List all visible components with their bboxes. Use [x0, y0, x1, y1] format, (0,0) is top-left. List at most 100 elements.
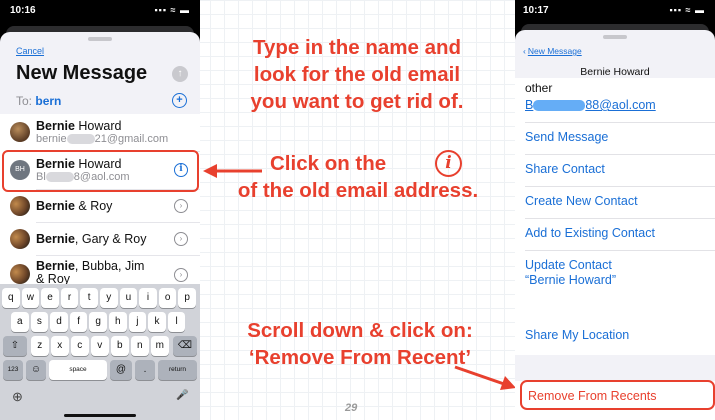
update-contact-label: Update Contact [525, 258, 612, 272]
divider [525, 250, 715, 251]
key-g[interactable]: g [89, 312, 107, 332]
at-key[interactable]: @ [110, 360, 132, 380]
divider [525, 218, 715, 219]
back-button[interactable]: ‹ New Message [523, 46, 582, 56]
chevron-left-icon: ‹ [523, 46, 526, 56]
right-phone-screenshot: 10:17 ▪▪▪ ≈ ▬ ‹ New Message Bernie Howard… [515, 0, 715, 420]
key-e[interactable]: e [41, 288, 59, 308]
key-l[interactable]: l [167, 312, 186, 332]
to-label: To: [16, 94, 33, 108]
chevron-right-icon[interactable]: › [174, 232, 188, 246]
send-message-button[interactable]: Send Message [525, 130, 608, 145]
chevron-right-icon[interactable]: › [174, 268, 188, 282]
sheet-grabber[interactable] [603, 35, 627, 39]
keyboard: qwertyuiop asdfghjkl ⇧ zxcvbnm ⌫ 123 ☺ s… [0, 284, 200, 420]
key-z[interactable]: z [31, 336, 49, 356]
update-contact-button[interactable]: Update Contact “Bernie Howard” [525, 258, 616, 288]
key-y[interactable]: y [100, 288, 118, 308]
key-k[interactable]: k [148, 312, 166, 332]
key-n[interactable]: n [131, 336, 149, 356]
divider [525, 154, 715, 155]
key-m[interactable]: m [151, 336, 169, 356]
instruction-step-2-line-1: Click on the [270, 152, 387, 175]
key-v[interactable]: v [91, 336, 109, 356]
update-contact-name: “Bernie Howard” [525, 273, 617, 287]
add-recipient-plus-icon[interactable]: + [172, 93, 187, 108]
share-contact-button[interactable]: Share Contact [525, 162, 605, 177]
numbers-key[interactable]: 123 [3, 360, 23, 380]
to-field[interactable]: To: bern [16, 94, 61, 108]
instruction-line: you want to get rid of. [250, 90, 464, 113]
email-label: other [525, 81, 553, 95]
signal-wifi-battery-icon: ▪▪▪ ≈ ▬ [669, 5, 705, 15]
instruction-line: Type in the name and [252, 36, 462, 59]
key-o[interactable]: o [158, 288, 177, 308]
dot-key[interactable]: . [135, 360, 155, 380]
key-w[interactable]: w [21, 288, 40, 308]
to-input-value[interactable]: bern [35, 94, 61, 108]
avatar [10, 196, 30, 216]
avatar [10, 122, 30, 142]
share-my-location-button[interactable]: Share My Location [525, 328, 629, 343]
page-number: 29 [345, 402, 358, 414]
emoji-key[interactable]: ☺ [26, 360, 46, 380]
left-phone-screenshot: 10:16 ▪▪▪ ≈ ▬ Cancel New Message ↑ To: b… [0, 0, 200, 420]
highlight-box [520, 380, 715, 410]
keyboard-row-3: ⇧ zxcvbnm ⌫ [0, 336, 200, 356]
status-time: 10:16 [10, 5, 36, 16]
avatar [10, 229, 30, 249]
contact-action-sheet: ‹ New Message Bernie Howard other B 88@aol… [515, 30, 715, 420]
key-u[interactable]: u [119, 288, 138, 308]
add-to-existing-contact-button[interactable]: Add to Existing Contact [525, 226, 655, 241]
key-c[interactable]: c [71, 336, 89, 356]
contact-name-title: Bernie Howard [580, 66, 650, 78]
key-x[interactable]: x [51, 336, 69, 356]
chevron-right-icon[interactable]: › [174, 199, 188, 213]
signal-wifi-battery-icon: ▪▪▪ ≈ ▬ [154, 5, 190, 15]
contact-name: Bernie Howard [36, 119, 122, 133]
space-key[interactable]: space [49, 360, 107, 380]
key-q[interactable]: q [2, 288, 20, 308]
contact-email-link[interactable]: B 88@aol.com [525, 98, 656, 112]
key-a[interactable]: a [11, 312, 29, 332]
key-p[interactable]: p [178, 288, 196, 308]
contact-name: Bernie & Roy [36, 199, 113, 213]
keyboard-row-1: qwertyuiop [0, 288, 200, 308]
delete-key[interactable]: ⌫ [173, 336, 197, 356]
key-f[interactable]: f [69, 312, 88, 332]
divider [525, 186, 715, 187]
keyboard-row-2: asdfghjkl [0, 312, 200, 332]
redacted-blur [533, 100, 586, 112]
key-s[interactable]: s [30, 312, 49, 332]
key-b[interactable]: b [111, 336, 129, 356]
contact-name: Bernie, Gary & Roy [36, 232, 147, 246]
divider [525, 122, 715, 123]
globe-icon[interactable]: ⊕ [12, 389, 23, 405]
key-t[interactable]: t [80, 288, 98, 308]
key-r[interactable]: r [60, 288, 79, 308]
home-indicator [64, 414, 136, 417]
cancel-button[interactable]: Cancel [16, 46, 44, 56]
arrow-to-info-icon [203, 164, 262, 178]
key-h[interactable]: h [109, 312, 127, 332]
send-arrow-icon[interactable]: ↑ [172, 66, 188, 82]
status-time: 10:17 [523, 5, 549, 16]
return-key[interactable]: return [158, 360, 197, 380]
info-icon: i [435, 150, 462, 177]
list-item[interactable]: Bernie & Roy › [0, 190, 200, 222]
microphone-icon[interactable]: 🎤 [176, 390, 188, 401]
sheet-grabber[interactable] [88, 37, 112, 41]
instruction-step-2-line-2: of the old email address. [237, 179, 479, 202]
create-new-contact-button[interactable]: Create New Contact [525, 194, 638, 209]
list-item[interactable]: Bernie, Gary & Roy › [0, 223, 200, 255]
instruction-line: ‘Remove From Recent’ [248, 346, 472, 369]
highlight-box [2, 150, 199, 192]
key-j[interactable]: j [128, 312, 147, 332]
key-d[interactable]: d [50, 312, 68, 332]
shift-key[interactable]: ⇧ [3, 336, 27, 356]
key-i[interactable]: i [139, 288, 157, 308]
contact-name: Bernie, Bubba, Jim & Roy [36, 259, 145, 286]
contact-email: bernie 21@gmail.com [36, 133, 169, 145]
list-item[interactable]: Bernie Howard bernie 21@gmail.com [0, 114, 200, 150]
page-title: New Message [16, 62, 148, 84]
